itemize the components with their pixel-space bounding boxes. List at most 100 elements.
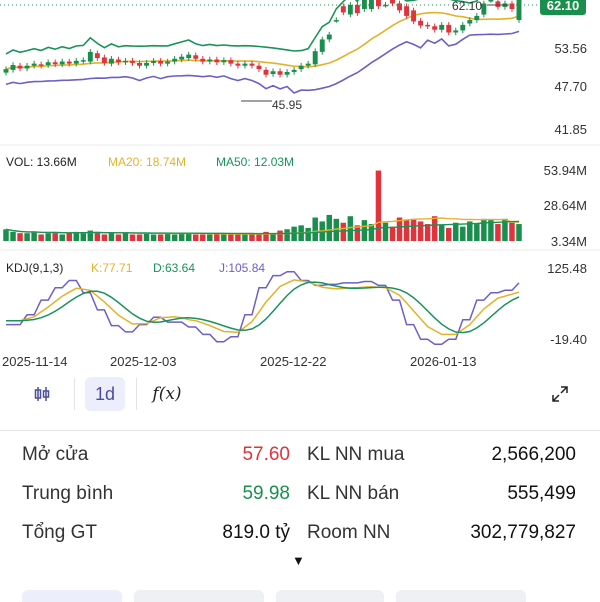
volume-bar (228, 234, 234, 241)
volume-bar (495, 224, 501, 241)
volume-bar (143, 233, 150, 241)
kdj-j-legend: J:105.84 (219, 261, 265, 275)
candle-body (52, 62, 58, 65)
volume-pane[interactable] (3, 170, 522, 241)
candle-body (115, 59, 121, 63)
candle-body (326, 34, 332, 40)
candle-body (59, 61, 65, 65)
expand-stats-caret-icon[interactable]: ▼ (292, 553, 305, 568)
candle-body (193, 55, 199, 59)
foreign-buy-label: KL NN mua (307, 444, 405, 465)
volume-bar (249, 234, 255, 241)
vol-ma50-legend: MA50: 12.03M (216, 155, 294, 169)
candle-body (137, 62, 142, 66)
foreign-room-label: Room NN (307, 522, 391, 543)
price-axis-label: 53.56 (554, 41, 587, 56)
volume-bar (200, 234, 206, 241)
expand-icon (552, 386, 568, 402)
volume-bar (3, 229, 9, 241)
kdj-k-legend: K:77.71 (91, 261, 133, 275)
candle-body (495, 1, 501, 7)
volume-bar (242, 234, 248, 241)
volume-axis-label: 53.94M (544, 163, 587, 178)
candle-body (488, 0, 494, 2)
price-pane[interactable] (0, 0, 540, 94)
candle-body (368, 0, 374, 9)
indicator-button[interactable]: f(x) (147, 377, 187, 411)
candle-body (45, 62, 51, 66)
candle-body (87, 51, 93, 62)
bottom-tab[interactable] (22, 590, 122, 602)
candle-body (432, 26, 438, 30)
candle-body (305, 63, 311, 66)
candle-body (158, 60, 164, 64)
expand-chart-button[interactable] (540, 377, 580, 411)
price-axis-label: 41.85 (554, 122, 587, 137)
candle-body (94, 53, 100, 59)
volume-bar (17, 233, 23, 241)
volume-axis-label: 28.64M (544, 198, 587, 213)
candle-body (17, 65, 23, 69)
candle-body (214, 59, 220, 63)
candle-body (270, 71, 276, 75)
volume-bar (171, 234, 178, 241)
bottom-tab[interactable] (396, 590, 526, 602)
volume-bar (24, 233, 30, 241)
candle-body (3, 69, 9, 73)
candle-body (390, 0, 395, 4)
candle-body (24, 65, 30, 69)
volume-bar (389, 226, 396, 241)
date-label: 2026-01-13 (410, 354, 477, 369)
volume-bar (10, 231, 16, 241)
date-label: 2025-12-22 (260, 354, 327, 369)
volume-bar (326, 214, 333, 241)
candle-body (207, 59, 213, 62)
interval-1d-button[interactable]: 1d (85, 377, 125, 411)
volume-bar (431, 216, 438, 241)
candle-body (397, 3, 402, 11)
candle-body (474, 15, 480, 21)
candle-body (144, 62, 150, 66)
volume-bar (424, 224, 431, 241)
candle-body (73, 60, 79, 64)
volume-bar (382, 222, 389, 241)
candle-body (108, 58, 114, 64)
high-marker-label: 62.10 (452, 0, 482, 13)
volume-bar (101, 234, 108, 241)
candle-body (256, 65, 262, 70)
candle-body (130, 60, 135, 63)
candle-body (235, 63, 241, 66)
volume-axis-label: 3.34M (551, 234, 587, 249)
candle-type-button[interactable] (22, 377, 62, 411)
candle-body (151, 60, 157, 63)
volume-bar (410, 218, 417, 241)
bottom-tab[interactable] (134, 590, 264, 602)
volume-bar (460, 226, 466, 241)
volume-bar (164, 233, 171, 241)
avg-label: Trung bình (22, 483, 114, 504)
candle-body (221, 60, 227, 63)
price-axis-label: 47.70 (554, 79, 587, 94)
candle-body (354, 4, 360, 14)
candle-body (333, 20, 339, 22)
candle-body (263, 69, 269, 75)
candle-body (340, 6, 346, 13)
volume-bar (403, 220, 410, 241)
kdj-pane[interactable] (6, 270, 520, 345)
function-icon: f(x) (152, 384, 182, 404)
volume-bar (340, 222, 347, 241)
volume-bar (417, 221, 424, 241)
open-value: 57.60 (242, 444, 290, 465)
date-label: 2025-12-03 (110, 354, 177, 369)
candle-body (179, 56, 185, 60)
stock-chart[interactable]: 53.56 47.70 41.85 62.10 62.10 45.95 VOL:… (0, 0, 600, 375)
total-value: 819.0 tỷ (222, 522, 290, 543)
volume-bar (157, 234, 164, 241)
volume-bar (150, 234, 157, 241)
bottom-tab[interactable] (276, 590, 384, 602)
vol-legend: VOL: 13.66M (6, 155, 77, 169)
candle-body (312, 51, 318, 65)
volume-bar (221, 234, 227, 241)
section-divider (0, 430, 600, 431)
foreign-buy-value: 2,566,200 (491, 444, 576, 465)
